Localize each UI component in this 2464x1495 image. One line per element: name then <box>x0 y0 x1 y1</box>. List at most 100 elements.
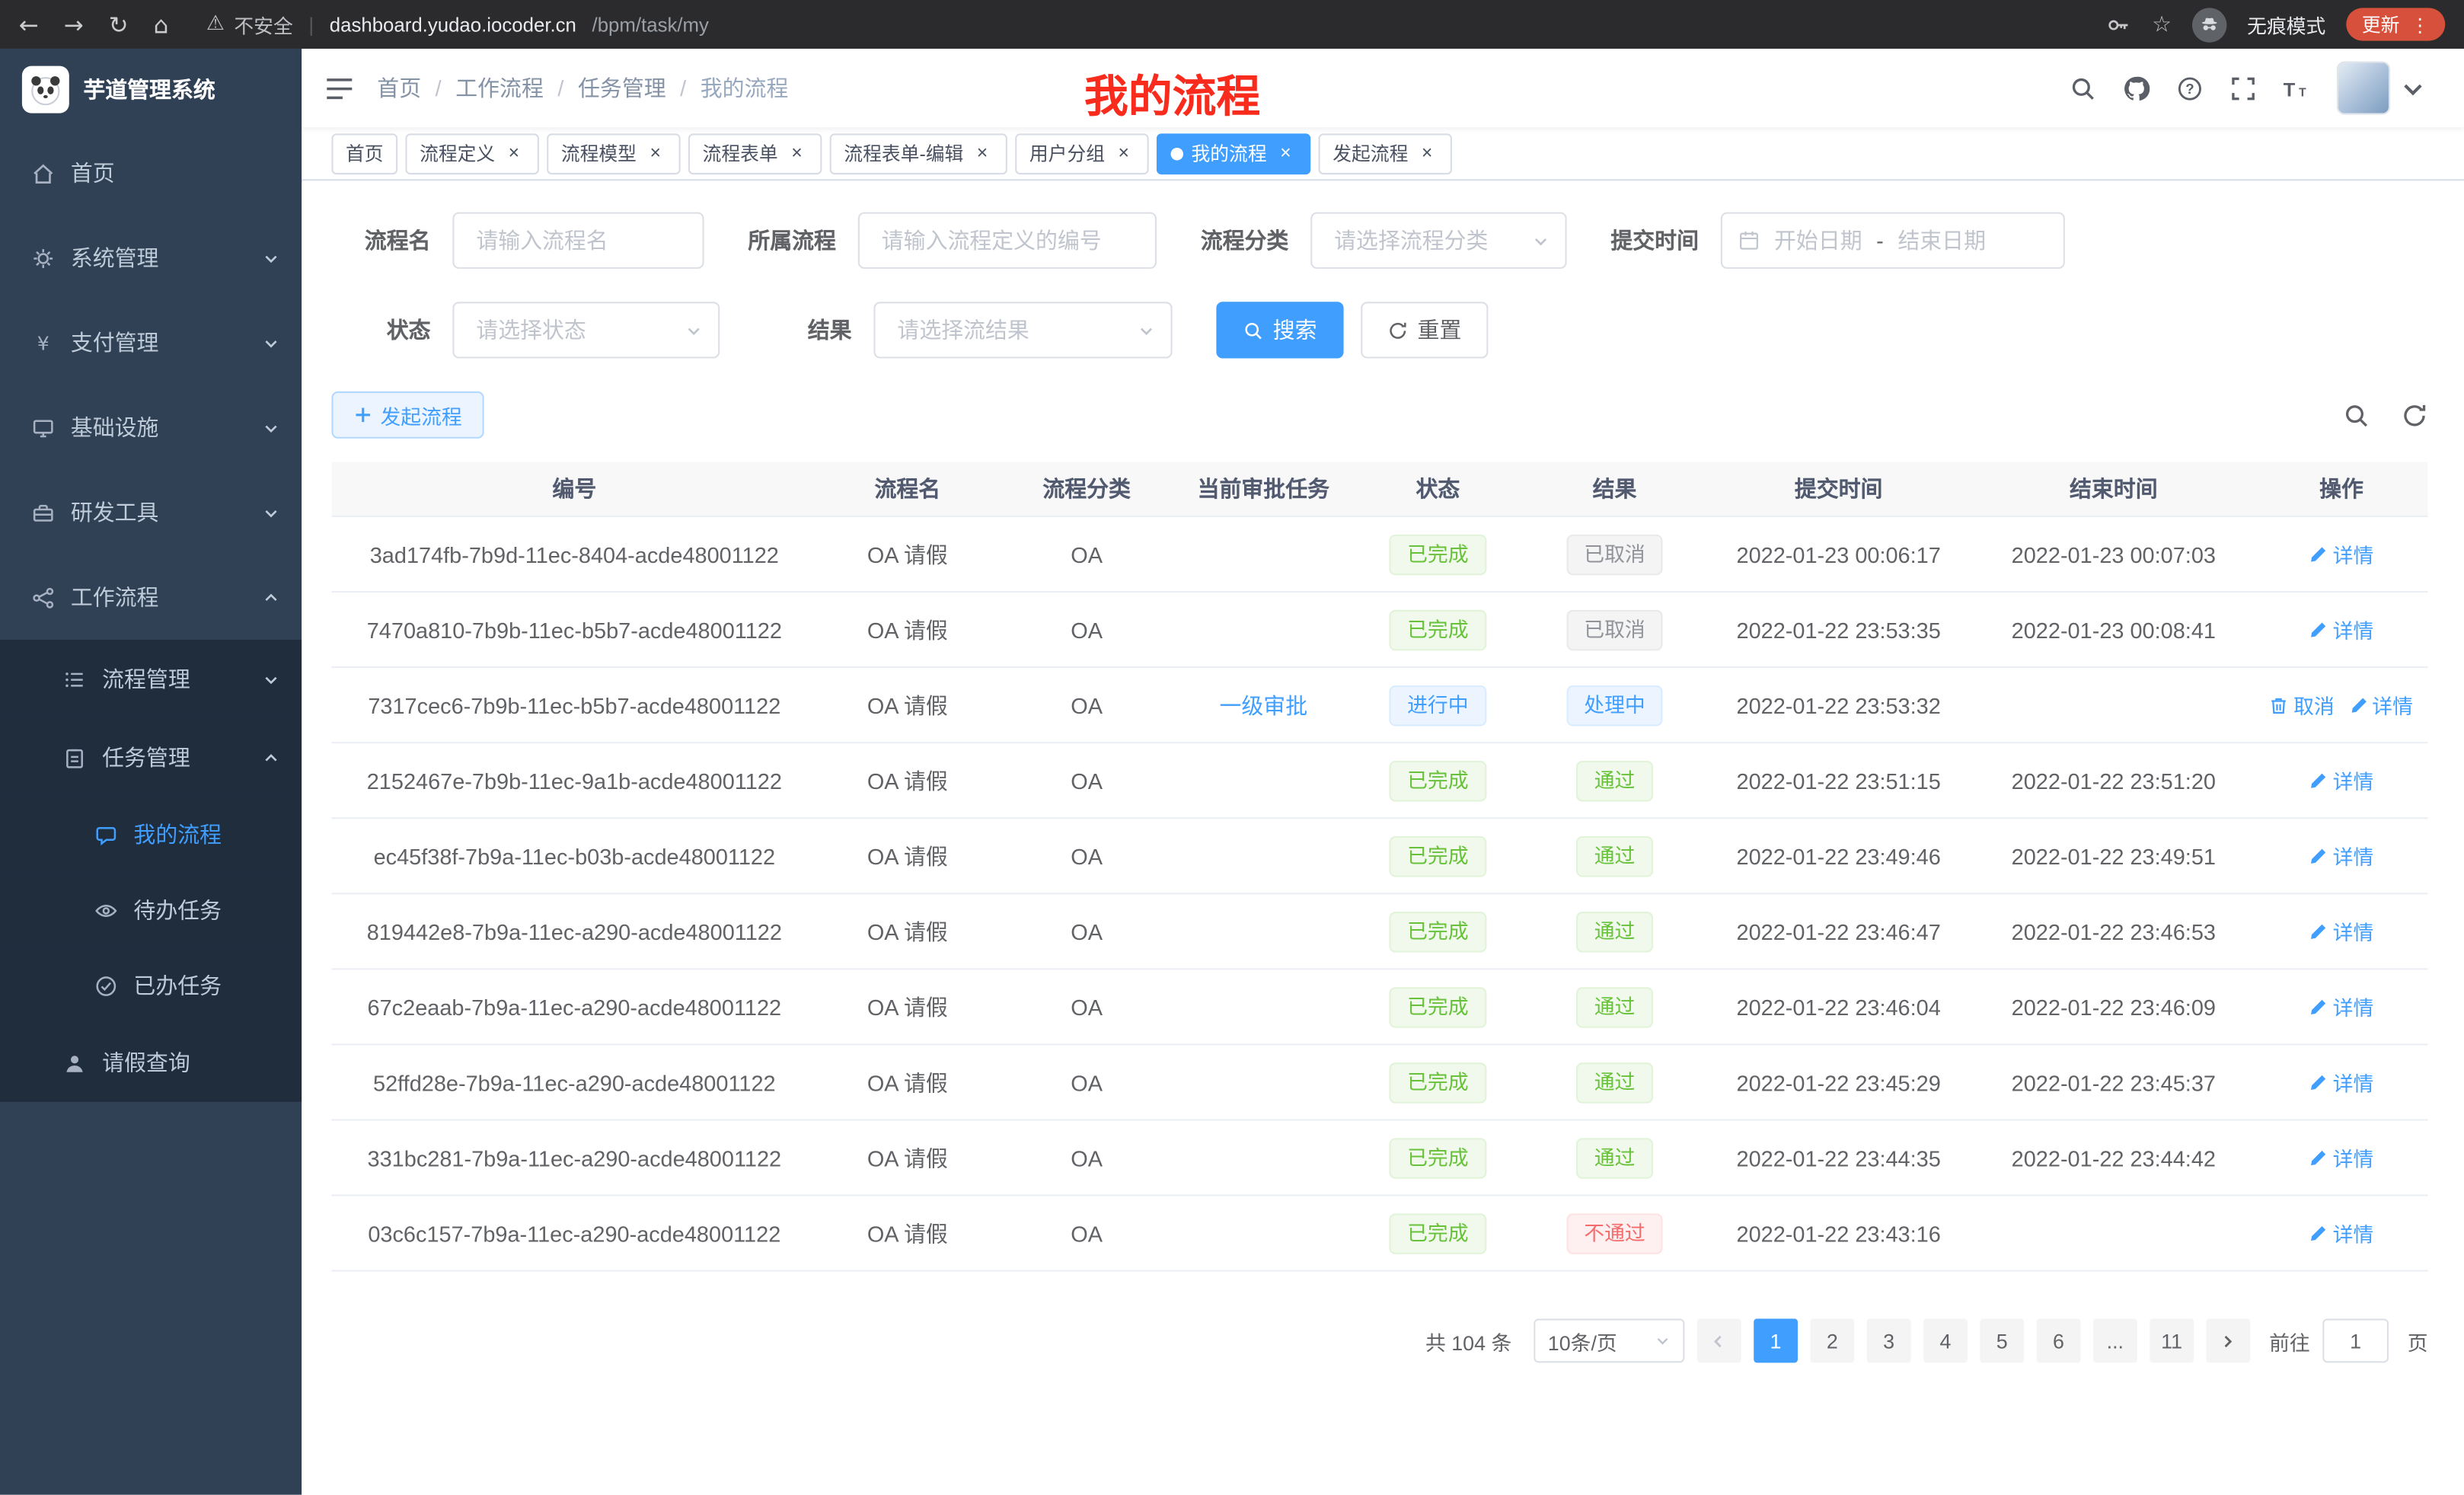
sidebar-item-home[interactable]: 首页 <box>0 130 302 215</box>
detail-link[interactable]: 详情 <box>2309 1218 2374 1247</box>
detail-link[interactable]: 详情 <box>2309 841 2374 870</box>
tab-process-model[interactable]: 流程模型× <box>547 133 680 174</box>
user-icon <box>63 1051 87 1075</box>
sidebar-item-payment[interactable]: ¥支付管理 <box>0 300 302 385</box>
category-select[interactable]: 请选择流程分类 <box>1310 212 1566 269</box>
close-icon[interactable]: × <box>1416 142 1438 165</box>
page-button-4[interactable]: 4 <box>1923 1319 1968 1363</box>
browser-forward-icon[interactable]: → <box>64 10 84 38</box>
page-size-value: 10条/页 <box>1548 1326 1617 1356</box>
header-search-icon[interactable] <box>2070 75 2096 101</box>
detail-link[interactable]: 详情 <box>2309 992 2374 1021</box>
process-definition-input[interactable] <box>858 212 1157 269</box>
breadcrumb-item[interactable]: 任务管理 <box>578 72 666 104</box>
close-icon[interactable]: × <box>972 142 994 165</box>
prev-page-button[interactable] <box>1697 1319 1741 1363</box>
sidebar-item-my-process[interactable]: 我的流程 <box>0 797 302 872</box>
cell-process-name: OA 请假 <box>817 1066 997 1097</box>
detail-link[interactable]: 详情 <box>2309 539 2374 569</box>
sidebar-toggle-icon[interactable] <box>302 76 377 100</box>
submit-time-range-picker[interactable]: 开始日期 - 结束日期 <box>1721 212 2065 269</box>
browser-update-button[interactable]: 更新 ⋮ <box>2346 8 2445 40</box>
page-button-2[interactable]: 2 <box>1810 1319 1854 1363</box>
github-icon[interactable] <box>2123 75 2150 101</box>
fullscreen-icon[interactable] <box>2230 75 2257 101</box>
incognito-avatar[interactable] <box>2192 7 2226 41</box>
sidebar-item-leave-query[interactable]: 请假查询 <box>0 1024 302 1102</box>
detail-link[interactable]: 详情 <box>2309 916 2374 946</box>
address-bar[interactable]: ⚠ 不安全 | dashboard.yudao.iocoder.cn/bpm/t… <box>206 9 2106 39</box>
refresh-icon <box>1387 320 1408 340</box>
sidebar-item-process-management[interactable]: 流程管理 <box>0 640 302 718</box>
tab-user-group[interactable]: 用户分组× <box>1015 133 1148 174</box>
sidebar-item-task-management[interactable]: 任务管理 <box>0 718 302 797</box>
status-select[interactable]: 请选择状态 <box>452 302 720 358</box>
browser-back-icon[interactable]: ← <box>19 10 39 38</box>
process-name-input[interactable] <box>452 212 704 269</box>
close-icon[interactable]: × <box>1112 142 1135 165</box>
refresh-table-icon[interactable] <box>2401 401 2427 428</box>
breadcrumb-item[interactable]: 首页 <box>377 72 421 104</box>
tab-process-form-edit[interactable]: 流程表单-编辑× <box>830 133 1007 174</box>
sidebar-item-workflow[interactable]: 工作流程 <box>0 555 302 640</box>
security-warning[interactable]: ⚠ 不安全 <box>206 9 293 39</box>
cell-category: OA <box>998 768 1176 793</box>
tab-start-process[interactable]: 发起流程× <box>1319 133 1452 174</box>
current-task-link[interactable]: 一级审批 <box>1220 689 1308 720</box>
password-key-icon[interactable] <box>2106 11 2131 37</box>
page-size-select[interactable]: 10条/页 <box>1534 1319 1684 1363</box>
cell-status: 已完成 <box>1352 911 1524 952</box>
user-menu[interactable] <box>2337 61 2427 114</box>
breadcrumb-item[interactable]: 工作流程 <box>455 72 544 104</box>
table-row: 2152467e-7b9b-11ec-9a1b-acde48001122OA 请… <box>331 743 2427 819</box>
detail-link[interactable]: 详情 <box>2309 1067 2374 1097</box>
sidebar-item-todo-task[interactable]: 待办任务 <box>0 872 302 947</box>
browser-home-icon[interactable]: ⌂ <box>154 10 169 38</box>
result-select[interactable]: 请选择流结果 <box>873 302 1172 358</box>
tab-process-form[interactable]: 流程表单× <box>688 133 822 174</box>
result-tag: 通过 <box>1577 1137 1652 1178</box>
close-icon[interactable]: × <box>644 142 666 165</box>
avatar[interactable] <box>2337 61 2390 114</box>
sidebar-item-system[interactable]: 系统管理 <box>0 216 302 300</box>
create-process-button[interactable]: 发起流程 <box>331 391 484 439</box>
sidebar-item-done-task[interactable]: 已办任务 <box>0 947 302 1023</box>
next-page-button[interactable] <box>2207 1319 2251 1363</box>
sidebar-item-infrastructure[interactable]: 基础设施 <box>0 385 302 470</box>
tab-my-process[interactable]: 我的流程 × <box>1157 133 1310 174</box>
detail-link[interactable]: 详情 <box>2309 615 2374 644</box>
edit-icon <box>2309 997 2328 1016</box>
tab-home[interactable]: 首页 <box>331 133 397 174</box>
bookmark-star-icon[interactable]: ☆ <box>2152 11 2172 37</box>
page-button-5[interactable]: 5 <box>1980 1319 2024 1363</box>
close-icon[interactable]: × <box>1275 142 1297 165</box>
cancel-link[interactable]: 取消 <box>2270 690 2335 720</box>
app-logo-row: 芋道管理系统 <box>0 49 302 130</box>
tab-label: 我的流程 <box>1192 140 1267 167</box>
browser-menu-icon[interactable]: ⋮ <box>2411 14 2430 36</box>
page-button-11[interactable]: 11 <box>2150 1319 2194 1363</box>
search-button-label: 搜索 <box>1273 315 1317 346</box>
page-button-6[interactable]: 6 <box>2037 1319 2081 1363</box>
reset-button[interactable]: 重置 <box>1361 302 1488 358</box>
detail-link[interactable]: 详情 <box>2309 1142 2374 1172</box>
browser-reload-icon[interactable]: ↻ <box>109 10 129 38</box>
detail-link[interactable]: 详情 <box>2309 765 2374 795</box>
sidebar-item-devtools[interactable]: 研发工具 <box>0 470 302 554</box>
security-label: 不安全 <box>234 9 292 39</box>
tab-process-definition[interactable]: 流程定义× <box>405 133 538 174</box>
page-button-3[interactable]: 3 <box>1867 1319 1911 1363</box>
search-button[interactable]: 搜索 <box>1216 302 1343 358</box>
chevron-down-icon <box>1655 1333 1671 1349</box>
goto-page-input[interactable] <box>2322 1319 2389 1363</box>
table-toolbar: 发起流程 <box>331 391 2427 439</box>
toggle-search-icon[interactable] <box>2343 401 2370 428</box>
close-icon[interactable]: × <box>786 142 808 165</box>
close-icon[interactable]: × <box>503 142 525 165</box>
page-ellipsis[interactable]: ... <box>2093 1319 2137 1363</box>
font-size-icon[interactable]: TT <box>2284 75 2310 101</box>
page-button-1[interactable]: 1 <box>1754 1319 1798 1363</box>
help-icon[interactable]: ? <box>2176 75 2203 101</box>
column-header: 结束时间 <box>1972 473 2255 504</box>
detail-link[interactable]: 详情 <box>2348 690 2413 720</box>
